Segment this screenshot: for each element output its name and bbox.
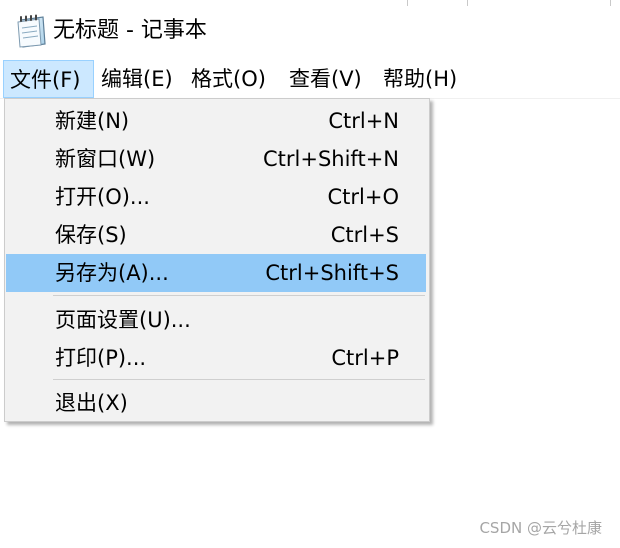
menu-bar: 文件(F) 编辑(E) 格式(O) 查看(V) 帮助(H) [0,60,620,98]
menu-item-page-setup[interactable]: 页面设置(U)... [6,301,426,339]
titlebar-edge [610,0,611,6]
menu-item-label: 保存(S) [55,223,127,247]
menu-view[interactable]: 查看(V) [289,60,373,98]
menu-item-label: 退出(X) [55,391,128,415]
menu-item-save-as[interactable]: 另存为(A)... Ctrl+Shift+S [6,254,426,292]
menu-item-new-window[interactable]: 新窗口(W) Ctrl+Shift+N [6,140,426,178]
menu-item-label: 页面设置(U)... [55,308,191,332]
menu-edit[interactable]: 编辑(E) [101,60,181,98]
menu-item-open[interactable]: 打开(O)... Ctrl+O [6,178,426,216]
watermark: CSDN @云兮杜康 [479,519,602,537]
file-menu-dropdown: 新建(N) Ctrl+N 新窗口(W) Ctrl+Shift+N 打开(O)..… [4,98,430,422]
menu-format[interactable]: 格式(O) [191,60,279,98]
menu-separator [53,379,425,380]
menu-item-label: 新窗口(W) [55,147,156,171]
title-bar: 无标题 - 记事本 [0,0,620,60]
menu-item-label: 另存为(A)... [55,261,169,285]
menu-separator [53,295,425,296]
menu-item-print[interactable]: 打印(P)... Ctrl+P [6,339,426,377]
menu-item-label: 新建(N) [55,109,130,133]
menu-item-new[interactable]: 新建(N) Ctrl+N [6,102,426,140]
menu-item-label: 打开(O)... [55,185,150,209]
menu-item-shortcut: Ctrl+Shift+N [263,147,399,171]
titlebar-edge [467,0,468,6]
menu-item-exit[interactable]: 退出(X) [6,384,426,422]
menu-item-shortcut: Ctrl+P [331,346,399,370]
menu-item-save[interactable]: 保存(S) Ctrl+S [6,216,426,254]
window-title: 无标题 - 记事本 [53,18,207,43]
menu-item-label: 打印(P)... [55,346,147,370]
menu-file[interactable]: 文件(F) [3,60,94,98]
notepad-icon [15,14,47,48]
titlebar-edge [407,0,408,6]
menu-help[interactable]: 帮助(H) [383,60,471,98]
menu-item-shortcut: Ctrl+Shift+S [265,261,399,285]
menu-item-shortcut: Ctrl+N [328,109,399,133]
menu-item-shortcut: Ctrl+S [330,223,399,247]
menu-item-shortcut: Ctrl+O [327,185,400,209]
